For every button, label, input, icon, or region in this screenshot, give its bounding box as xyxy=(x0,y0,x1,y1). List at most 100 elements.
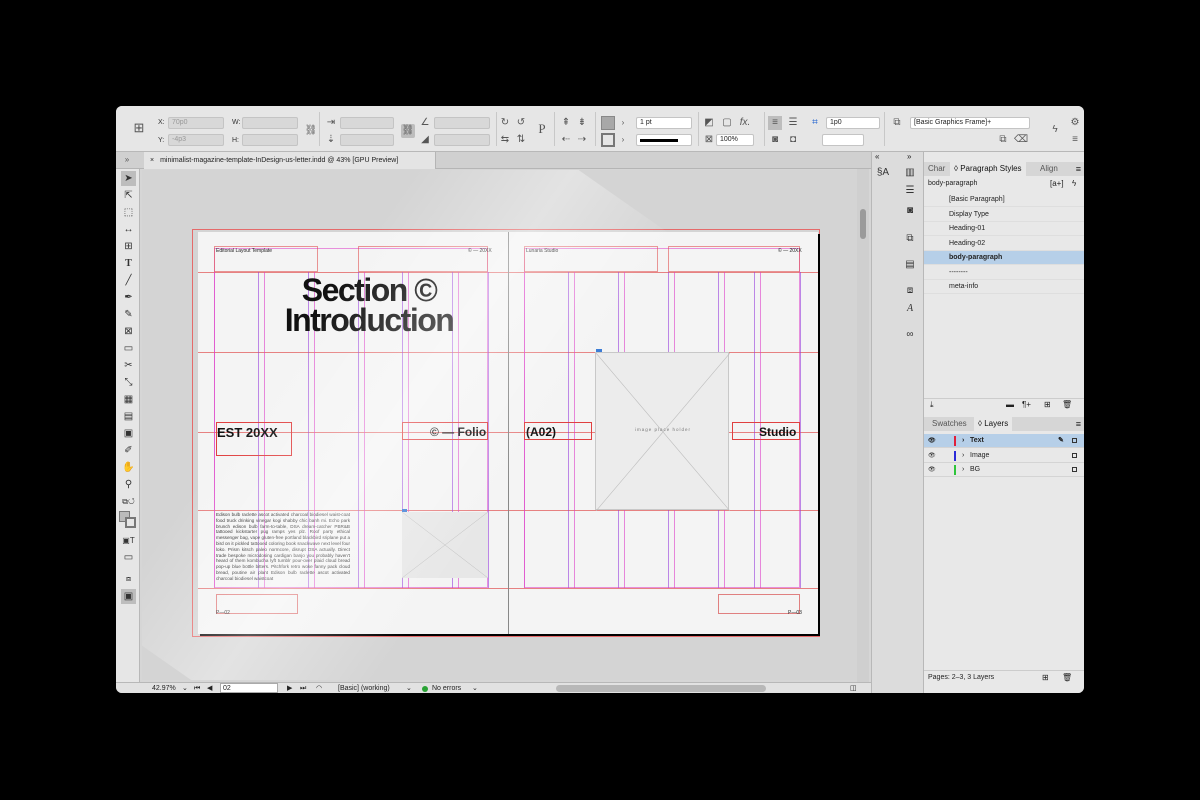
links-panel-icon[interactable]: ⧉ xyxy=(902,232,918,246)
body-text-frame[interactable]: Edison bulb raclette ascot activated cha… xyxy=(216,512,350,588)
eyedropper-tool-icon[interactable]: ✐ xyxy=(121,443,136,458)
line-tool-icon[interactable]: ╱ xyxy=(121,273,136,288)
pencil-tool-icon[interactable]: ✎ xyxy=(121,307,136,322)
clear-overrides-icon[interactable]: ¶+ xyxy=(1022,400,1031,409)
tab-align[interactable]: Align xyxy=(1036,162,1062,176)
clear-attributes-icon[interactable]: ⌫ xyxy=(1014,133,1028,147)
paragraph-style-item[interactable]: Heading-01 xyxy=(924,222,1084,236)
preflight-profile[interactable]: [Basic] (working) xyxy=(338,683,390,693)
direct-selection-tool-icon[interactable]: ⇱ xyxy=(121,188,136,203)
offset-field[interactable]: 1p0 xyxy=(826,117,880,129)
quick-apply-icon[interactable]: ϟ xyxy=(1072,179,1076,188)
gear-icon[interactable]: ⚙ xyxy=(1068,116,1082,130)
page-number-field[interactable]: 02 xyxy=(220,683,278,693)
fill-stroke-swatch-icon[interactable] xyxy=(119,511,137,529)
opacity-field[interactable]: 100% xyxy=(716,134,754,146)
character-styles-icon[interactable]: §A xyxy=(875,166,891,180)
scale-x-icon[interactable]: ⇥ xyxy=(324,116,338,130)
y-field[interactable]: -4p3 xyxy=(168,134,224,146)
expand-strip-right-icon[interactable]: » xyxy=(907,152,911,161)
selection-tool-icon[interactable]: ➤ xyxy=(121,171,136,186)
gradient-tool-icon[interactable]: ▦ xyxy=(121,392,136,407)
drop-shadow-icon[interactable]: ◩ xyxy=(702,116,716,130)
first-page-icon[interactable]: ⏮ xyxy=(194,683,200,693)
panel-menu-icon[interactable]: ≡ xyxy=(1076,162,1081,176)
object-style-icon[interactable]: ⧉ xyxy=(890,116,904,130)
new-layer-icon[interactable]: ⊞ xyxy=(1042,673,1049,682)
expand-layer-icon[interactable]: › xyxy=(962,463,964,477)
free-transform-tool-icon[interactable]: ⤡ xyxy=(121,375,136,390)
fill-swatch[interactable] xyxy=(601,116,615,130)
hyperlinks-panel-icon[interactable]: ∞ xyxy=(902,328,918,342)
clear-overrides-icon[interactable]: ⧉ xyxy=(996,133,1010,147)
shear-field[interactable] xyxy=(434,134,490,146)
h-field[interactable] xyxy=(242,134,298,146)
last-page-icon[interactable]: ⏭ xyxy=(300,683,306,693)
rectangle-tool-icon[interactable]: ▭ xyxy=(121,341,136,356)
expand-layer-icon[interactable]: › xyxy=(962,449,964,463)
previous-page-icon[interactable]: ◀ xyxy=(207,683,212,693)
vertical-scrollbar[interactable] xyxy=(857,169,869,682)
layer-row[interactable]: 👁 › BG xyxy=(924,463,1084,477)
visibility-eye-icon[interactable]: 👁 xyxy=(928,463,936,477)
fx-icon[interactable]: fx. xyxy=(738,116,752,130)
stroke-dropdown-icon[interactable]: › xyxy=(616,133,630,147)
tab-paragraph-styles[interactable]: ◊ Paragraph Styles xyxy=(950,162,1026,176)
new-style-icon[interactable]: ⊞ xyxy=(1044,400,1051,409)
folio-label[interactable]: © — Folio xyxy=(430,425,486,439)
collapse-toolbar-icon[interactable]: » xyxy=(120,153,134,167)
apply-color-icon[interactable]: ▭ xyxy=(121,550,136,565)
type-tool-icon[interactable]: T xyxy=(121,256,136,271)
scissors-tool-icon[interactable]: ✂ xyxy=(121,358,136,373)
layer-row[interactable]: 👁 › Text ✎ xyxy=(924,434,1084,448)
scale-y-field[interactable] xyxy=(340,134,394,146)
formatting-container-icon[interactable]: ▣T xyxy=(121,533,136,548)
zoom-level[interactable]: 42.97% xyxy=(152,683,176,693)
document-tab[interactable]: × minimalist-magazine-template-InDesign-u… xyxy=(144,152,436,169)
constrain-proportions-icon[interactable]: ⛓ xyxy=(304,124,318,138)
preview-mode-icon[interactable]: ▣ xyxy=(121,589,136,604)
layers-menu-icon[interactable]: ≡ xyxy=(1076,417,1081,431)
x-field[interactable]: 70p0 xyxy=(168,117,224,129)
text-wrap-icon[interactable]: ◙ xyxy=(768,133,782,147)
glyphs-panel-icon[interactable]: A xyxy=(902,302,918,316)
scale-x-field[interactable] xyxy=(340,117,394,129)
tab-swatches[interactable]: Swatches xyxy=(928,417,971,431)
left-image-frame[interactable] xyxy=(402,509,488,578)
shear-angle-icon[interactable]: ◢ xyxy=(418,133,432,147)
preflight-icon[interactable]: ◠ xyxy=(316,683,322,693)
gap-tool-icon[interactable]: ↔ xyxy=(121,222,136,237)
status-dropdown-icon[interactable]: ⌄ xyxy=(472,683,478,693)
color-panel-icon[interactable]: ◙ xyxy=(902,204,918,218)
flip-horizontal-icon[interactable]: ⇆ xyxy=(498,133,512,147)
visibility-eye-icon[interactable]: 👁 xyxy=(928,449,936,463)
new-style-from-selection-icon[interactable]: [a+] xyxy=(1050,179,1064,188)
screen-mode-icon[interactable]: ⧈ xyxy=(121,571,136,586)
note-tool-icon[interactable]: ▣ xyxy=(121,426,136,441)
select-content-icon[interactable]: ⇟ xyxy=(575,116,589,130)
a02-label[interactable]: (A02) xyxy=(526,425,556,439)
paragraph-style-item[interactable]: Display Type xyxy=(924,208,1084,222)
paragraph-style-item[interactable]: meta-info xyxy=(924,280,1084,294)
hand-tool-icon[interactable]: ✋ xyxy=(121,460,136,475)
page-tool-icon[interactable]: ⬚ xyxy=(121,205,136,220)
pen-tool-icon[interactable]: ✒ xyxy=(121,290,136,305)
paragraph-style-item[interactable]: body-paragraph xyxy=(924,251,1084,265)
panel-menu-icon[interactable]: ≡ xyxy=(1068,133,1082,147)
content-collector-icon[interactable]: ⊞ xyxy=(121,239,136,254)
rotate-ccw-icon[interactable]: ↺ xyxy=(514,116,528,130)
select-container-icon[interactable]: ⇞ xyxy=(559,116,573,130)
next-page-icon[interactable]: ▶ xyxy=(287,683,292,693)
direction-p-icon[interactable]: P xyxy=(535,122,549,136)
corner-field[interactable] xyxy=(822,134,864,146)
align-center-icon[interactable]: ☰ xyxy=(786,116,800,130)
frame-icon[interactable]: ▢ xyxy=(720,116,734,130)
rotate-angle-icon[interactable]: ∠ xyxy=(418,116,432,130)
default-fill-stroke-icon[interactable]: ⧉↺ xyxy=(121,494,136,509)
stroke-type-field[interactable] xyxy=(636,134,692,146)
new-group-icon[interactable]: ▬ xyxy=(1006,400,1014,409)
expand-strip-left-icon[interactable]: « xyxy=(875,152,879,161)
opacity-icon[interactable]: ⊠ xyxy=(702,133,716,147)
stroke-weight-field[interactable]: 1 pt xyxy=(636,117,692,129)
rotate-cw-icon[interactable]: ↻ xyxy=(498,116,512,130)
